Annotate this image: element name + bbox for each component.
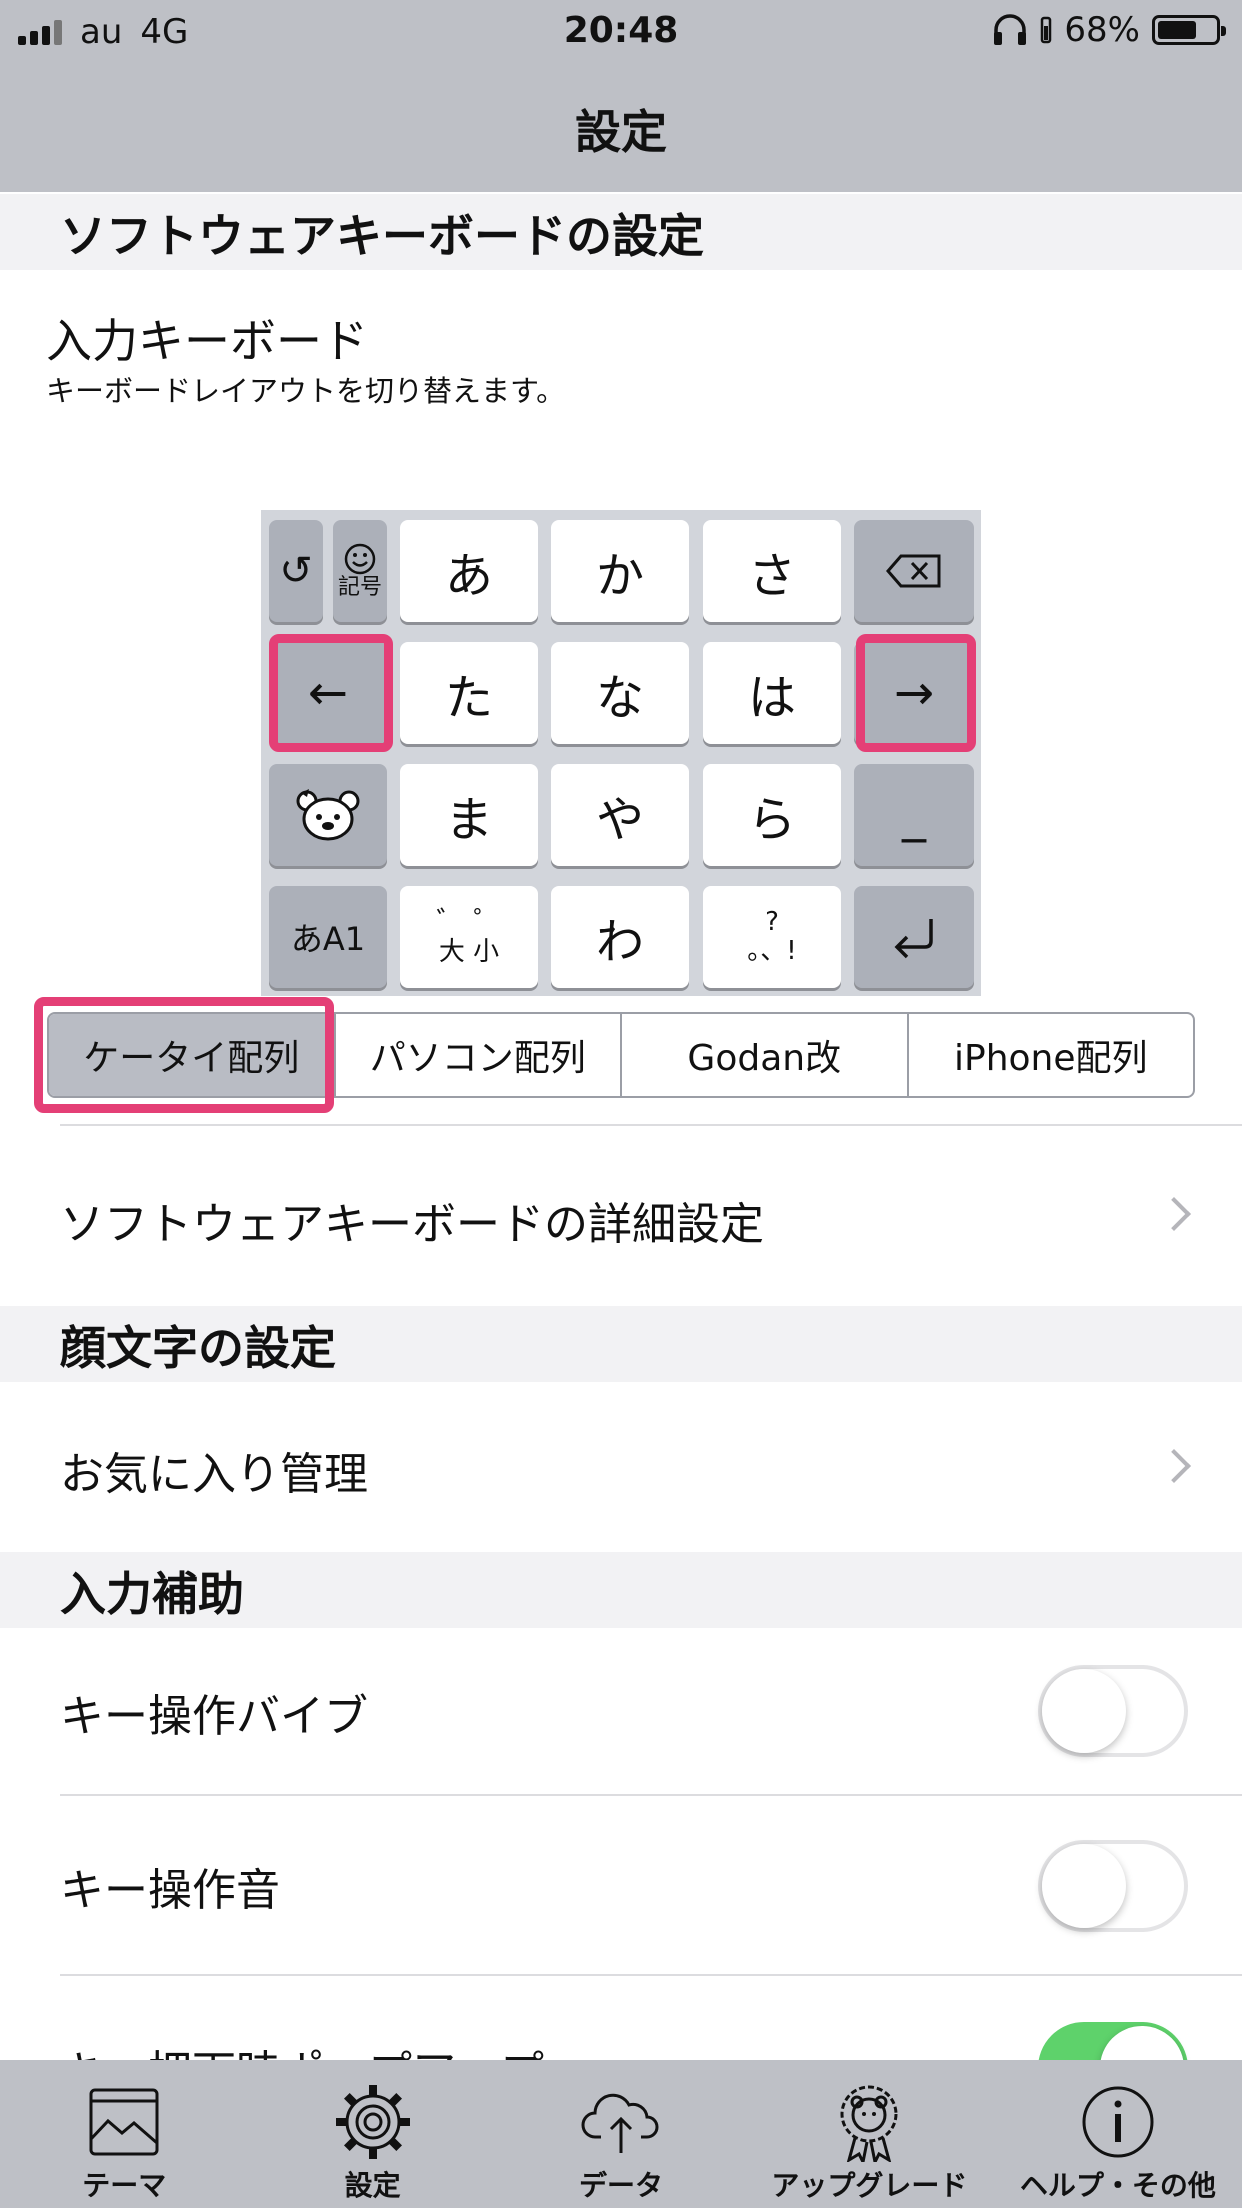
battery-fill (1158, 21, 1197, 39)
theme-image-icon (89, 2088, 159, 2156)
battery-charging-icon (1041, 16, 1052, 44)
status-bar: au 4G 20:48 68% (0, 0, 1242, 62)
popup-row: キー押下時ポップアップ (0, 1976, 1242, 2060)
tab-label: データ (579, 2169, 664, 2202)
input-keyboard-title: 入力キーボード (46, 314, 368, 368)
return-key (854, 886, 974, 988)
bear-badge-icon (840, 2085, 898, 2162)
tab-upgrade[interactable]: アップグレード (745, 2060, 993, 2208)
punctuation-key: ? 。、! (703, 886, 841, 988)
delete-key (854, 520, 974, 622)
tab-theme[interactable]: テーマ (0, 2060, 248, 2208)
symbols-key: 記号 (333, 520, 387, 622)
delete-icon (886, 554, 941, 588)
vibration-toggle[interactable] (1038, 1665, 1188, 1757)
underscore-label: _ (902, 787, 926, 843)
row-label: ソフトウェアキーボードの詳細設定 (60, 1199, 764, 1250)
key-ka: か (551, 520, 689, 622)
row-label: キー操作音 (60, 1865, 280, 1916)
section-title: 顔文字の設定 (60, 1321, 336, 1375)
mode-label: あA1 (290, 920, 366, 958)
tab-label: テーマ (82, 2169, 167, 2202)
section-title: 入力補助 (60, 1567, 244, 1621)
popup-toggle[interactable] (1038, 2022, 1188, 2060)
row-label: キー操作バイブ (60, 1691, 368, 1742)
sound-row: キー操作音 (0, 1796, 1242, 1974)
selected-layout-highlight (34, 997, 334, 1113)
return-icon (894, 919, 933, 959)
tab-label: 設定 (344, 2169, 401, 2202)
right-arrow-highlight (856, 634, 976, 752)
vibration-row: キー操作バイブ (0, 1628, 1242, 1794)
section-header-software-keyboard: ソフトウェアキーボードの設定 (0, 194, 1242, 270)
chevron-right-icon (1157, 1197, 1191, 1231)
key-wa: わ (551, 886, 689, 988)
smiley-icon (344, 543, 376, 575)
battery-percent: 68% (1064, 10, 1140, 50)
tab-data[interactable]: データ (497, 2060, 745, 2208)
key-ra: ら (703, 764, 841, 866)
symbols-label: 記号 (337, 574, 382, 600)
chevron-right-icon (1157, 1449, 1191, 1483)
section-header-input-assist: 入力補助 (0, 1552, 1242, 1628)
row-label: お気に入り管理 (60, 1449, 368, 1500)
punct-top: ? (765, 907, 779, 938)
dakuten-top: ゛ ゜ (436, 905, 502, 939)
top-bar: au 4G 20:48 68% 設定 (0, 0, 1242, 192)
keyboard-preview: ↺ 記号 あ か さ ← た な は → ま や ら _ あA1 ゛ ゜ 大 小… (261, 510, 981, 996)
key-na: な (551, 642, 689, 744)
layout-option-iphone[interactable]: iPhone配列 (906, 1014, 1194, 1096)
sound-toggle[interactable] (1038, 1840, 1188, 1932)
key-ha: は (703, 642, 841, 744)
input-keyboard-description: キーボードレイアウトを切り替えます。 (46, 374, 566, 408)
layout-option-godan[interactable]: Godan改 (620, 1014, 907, 1096)
key-ta: た (400, 642, 538, 744)
key-ma: ま (400, 764, 538, 866)
tab-label: ヘルプ・その他 (1019, 2169, 1216, 2202)
layout-option-pc[interactable]: パソコン配列 (333, 1014, 621, 1096)
kaomoji-key (269, 764, 387, 866)
dakuten-key: ゛ ゜ 大 小 (400, 886, 538, 988)
key-a: あ (400, 520, 538, 622)
headphones-icon (994, 14, 1027, 45)
bear-face-icon (296, 789, 360, 841)
underscore-key: _ (854, 764, 974, 866)
battery-icon (1152, 15, 1226, 45)
tab-label: アップグレード (771, 2169, 968, 2202)
undo-key: ↺ (269, 520, 323, 622)
software-keyboard-detail-row[interactable]: ソフトウェアキーボードの詳細設定 (0, 1126, 1242, 1306)
cloud-upload-icon (581, 2093, 659, 2153)
section-title: ソフトウェアキーボードの設定 (60, 209, 704, 263)
key-ya: や (551, 764, 689, 866)
punct-bottom: 。、! (747, 936, 797, 966)
tab-help[interactable]: ヘルプ・その他 (994, 2060, 1242, 2208)
left-arrow-highlight (269, 634, 393, 752)
key-sa: さ (703, 520, 841, 622)
row-label: キー押下時ポップアップ (60, 2036, 544, 2060)
dakuten-bottom: 大 小 (438, 937, 500, 968)
section-header-kaomoji: 顔文字の設定 (0, 1306, 1242, 1382)
mode-key: あA1 (269, 886, 387, 988)
gear-icon (335, 2085, 410, 2159)
info-icon (1082, 2086, 1154, 2158)
tab-settings[interactable]: 設定 (248, 2060, 496, 2208)
favorites-row[interactable]: お気に入り管理 (0, 1382, 1242, 1552)
undo-icon: ↺ (279, 548, 313, 594)
tab-bar: テーマ 設定 データ アップグレード ヘルプ・その他 (0, 2060, 1242, 2208)
page-title: 設定 (575, 105, 667, 159)
